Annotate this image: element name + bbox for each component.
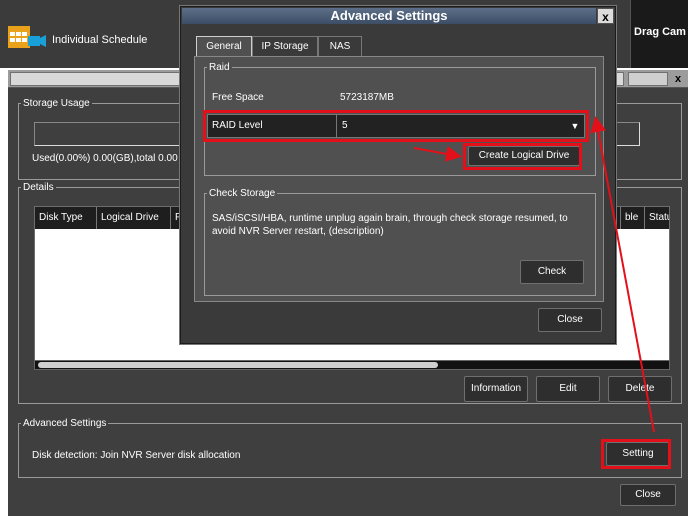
arrow-to-raid-level: [590, 116, 655, 433]
arrow-to-create-drive: [413, 145, 462, 162]
annotation-arrows: [413, 116, 655, 433]
